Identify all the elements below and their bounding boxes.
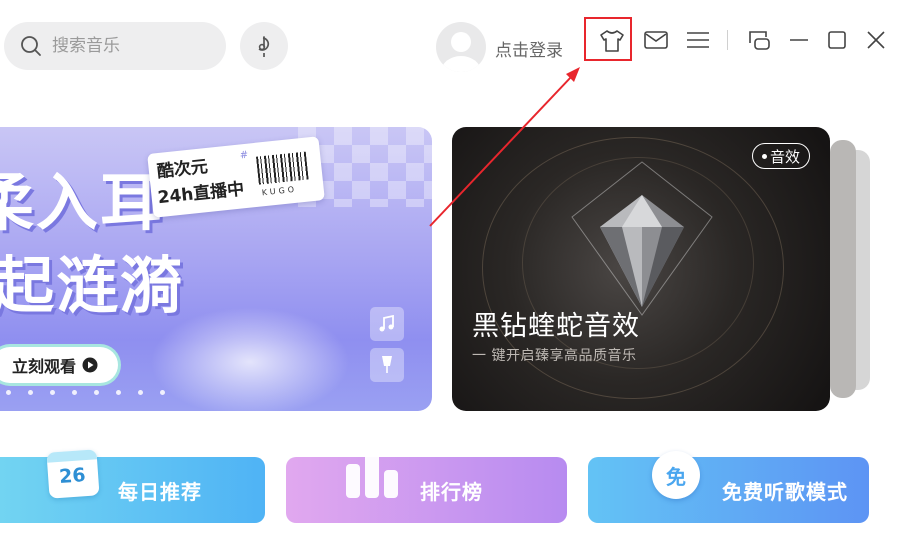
calendar-icon: 26 [46,449,100,499]
daily-recommend-label: 每日推荐 [118,479,202,504]
ranking-tile[interactable]: 排行榜 [286,457,567,523]
free-icon: 免 [652,451,700,499]
calendar-number: 26 [58,464,87,488]
free-icon-text: 免 [666,464,686,489]
ranking-bars-icon [346,452,402,498]
daily-recommend-tile[interactable]: 每日推荐 [0,457,265,523]
free-listen-tile[interactable]: 免费听歌模式 [588,457,869,523]
ranking-label: 排行榜 [420,479,483,504]
free-listen-label: 免费听歌模式 [722,479,848,504]
